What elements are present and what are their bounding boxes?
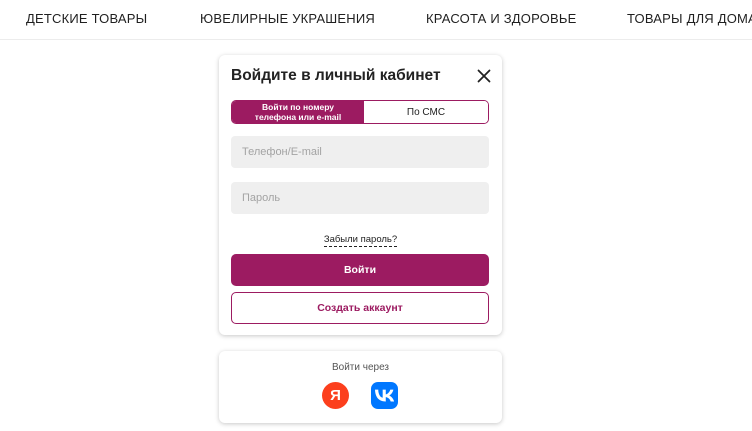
social-login-title: Войти через — [331, 362, 390, 373]
close-icon — [477, 69, 491, 83]
tab-sms[interactable]: По СМС — [364, 101, 488, 123]
password-input[interactable] — [231, 182, 489, 214]
forgot-password-row: Забыли пароль? — [219, 229, 502, 247]
phone-email-input[interactable] — [231, 136, 489, 168]
nav-link-jewelry[interactable]: ЮВЕЛИРНЫЕ УКРАШЕНИЯ — [200, 11, 375, 26]
close-button[interactable] — [475, 67, 493, 85]
social-login-panel: Войти через Я — [219, 351, 502, 423]
modal-title: Войдите в личный кабинет — [231, 67, 441, 84]
login-method-tabs: Войти по номеру телефона или e-mail По С… — [231, 100, 489, 124]
login-modal: Войдите в личный кабинет Войти по номеру… — [219, 55, 502, 335]
nav-link-beauty-health[interactable]: КРАСОТА И ЗДОРОВЬЕ — [426, 11, 576, 26]
tab-label-line-2: телефона или e-mail — [254, 112, 342, 122]
top-navigation: ДЕТСКИЕ ТОВАРЫ ЮВЕЛИРНЫЕ УКРАШЕНИЯ КРАСО… — [0, 0, 752, 40]
login-button[interactable]: Войти — [231, 254, 489, 286]
yandex-login-button[interactable]: Я — [322, 382, 349, 409]
tab-label-line-1: Войти по номеру — [261, 102, 335, 112]
create-account-button[interactable]: Создать аккаунт — [231, 292, 489, 324]
tab-phone-or-email[interactable]: Войти по номеру телефона или e-mail — [232, 101, 364, 123]
nav-link-kids-goods[interactable]: ДЕТСКИЕ ТОВАРЫ — [26, 11, 147, 26]
tab-phone-or-email-label: Войти по номеру телефона или e-mail — [255, 102, 341, 122]
vk-icon — [375, 389, 394, 402]
vk-login-button[interactable] — [371, 382, 398, 409]
nav-link-home-goods[interactable]: ТОВАРЫ ДЛЯ ДОМА — [627, 11, 752, 26]
forgot-password-link[interactable]: Забыли пароль? — [323, 234, 398, 247]
yandex-icon: Я — [330, 387, 341, 404]
tab-sms-label: По СМС — [406, 106, 446, 118]
